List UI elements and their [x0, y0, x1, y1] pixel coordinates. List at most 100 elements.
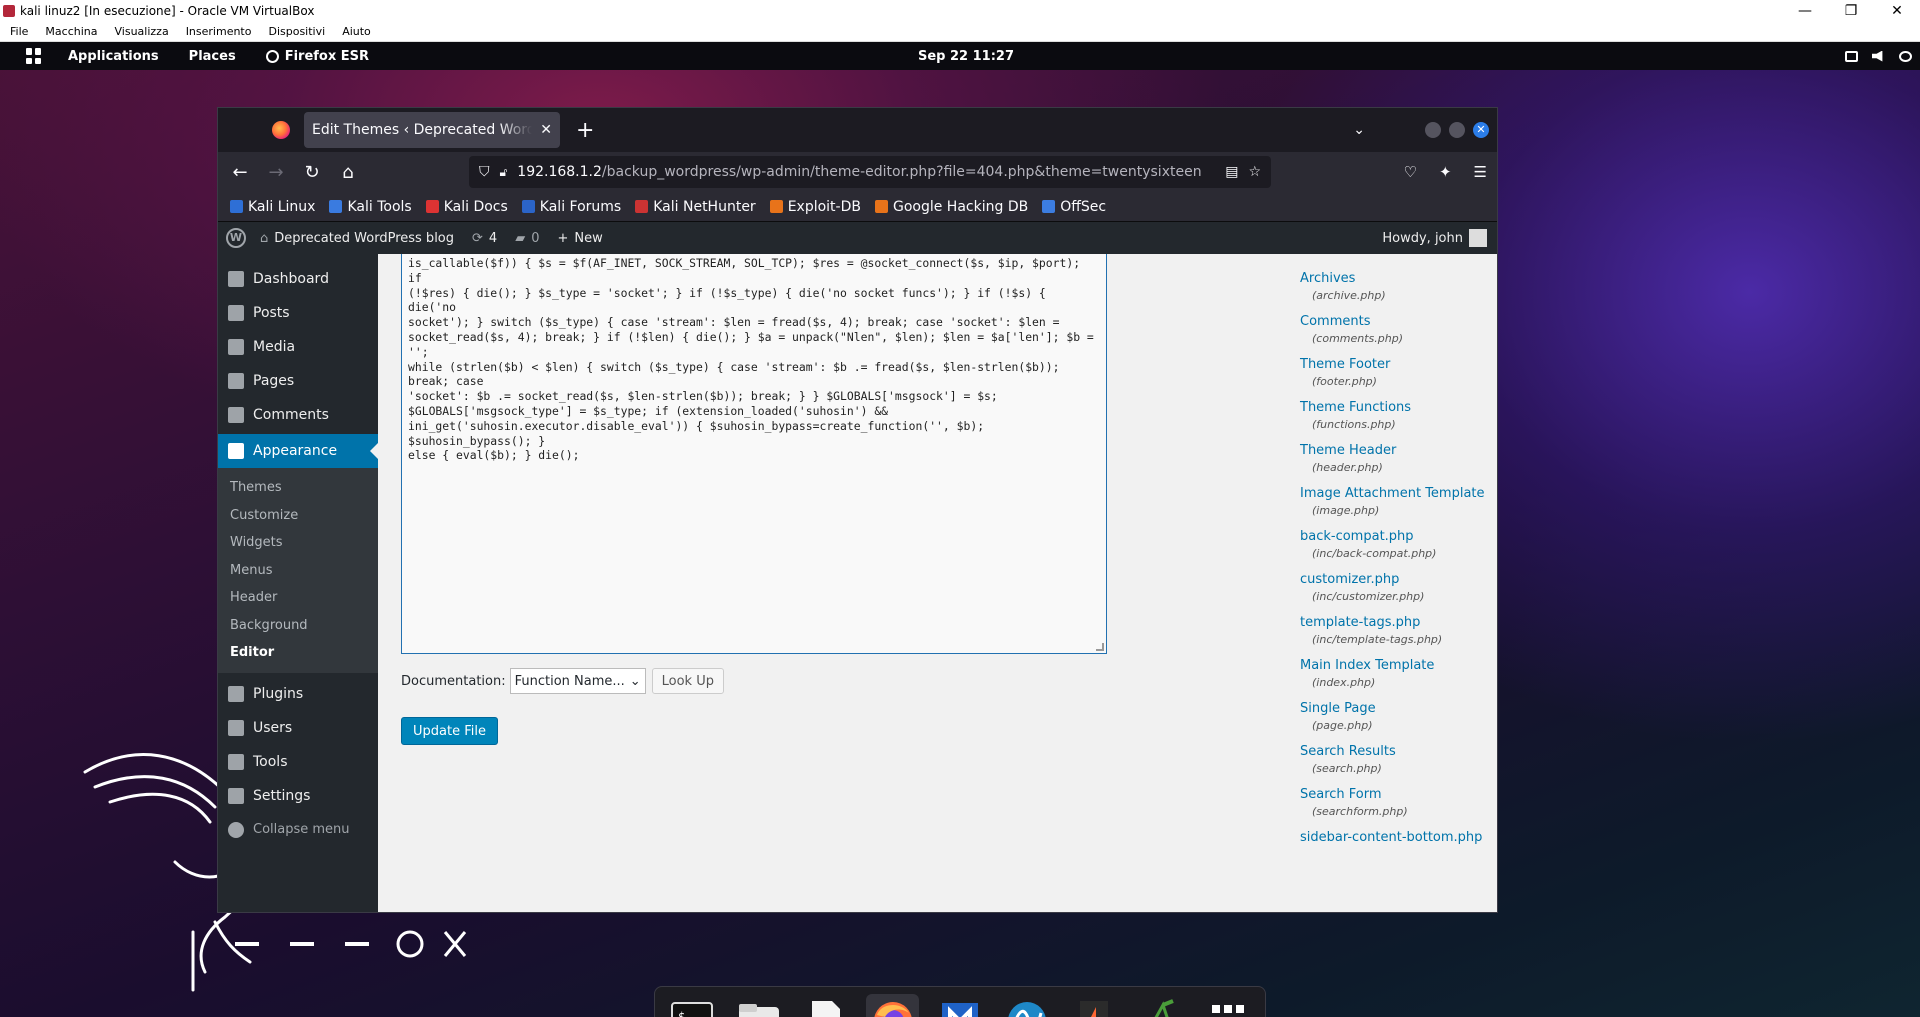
menu-pages[interactable]: Pages — [218, 364, 378, 398]
submenu-editor[interactable]: Editor — [218, 639, 378, 667]
menu-comments[interactable]: Comments — [218, 398, 378, 432]
bookmark-star-icon[interactable]: ☆ — [1248, 164, 1261, 180]
close-window-button[interactable]: ✕ — [1473, 122, 1489, 138]
forward-icon[interactable]: → — [260, 156, 292, 188]
places-menu[interactable]: Places — [189, 49, 236, 64]
screen-icon[interactable] — [1845, 50, 1858, 62]
tab-edit-themes[interactable]: Edit Themes ‹ Deprecated WordPress blog … — [304, 112, 560, 148]
list-tabs-chevron-icon[interactable]: ⌄ — [1353, 122, 1365, 138]
update-file-button[interactable]: Update File — [401, 717, 498, 745]
menu-macchina[interactable]: Macchina — [45, 25, 97, 38]
wordpress-logo-icon[interactable]: W — [226, 228, 246, 248]
template-link[interactable]: Main Index Template — [1300, 657, 1490, 675]
reload-icon[interactable]: ↻ — [296, 156, 328, 188]
firefox-icon[interactable] — [866, 994, 920, 1017]
bookmark-item[interactable]: Kali Linux — [230, 199, 315, 215]
clock[interactable]: Sep 22 11:27 — [918, 49, 1014, 64]
submenu-customize[interactable]: Customize — [218, 502, 378, 530]
app-grid-icon[interactable] — [26, 48, 42, 64]
menu-dispositivi[interactable]: Dispositivi — [268, 25, 325, 38]
submenu-header[interactable]: Header — [218, 584, 378, 612]
burpsuite-icon[interactable] — [1068, 994, 1121, 1017]
url-text[interactable]: 192.168.1.2/backup_wordpress/wp-admin/th… — [517, 164, 1215, 180]
look-up-button[interactable]: Look Up — [651, 668, 724, 694]
bookmark-item[interactable]: Google Hacking DB — [874, 199, 1028, 215]
new-tab-button[interactable]: + — [576, 118, 594, 143]
tracking-shield-icon[interactable]: ⛉ — [479, 164, 490, 180]
volume-icon[interactable] — [1872, 50, 1883, 62]
restore-button[interactable]: ❐ — [1828, 3, 1874, 19]
function-name-select[interactable]: Function Name... ⌄ — [509, 668, 646, 694]
code-editor-textarea[interactable]: is_callable($f)) { $s = $f(AF_INET, SOCK… — [401, 254, 1107, 654]
comment-icon — [228, 407, 244, 423]
menu-file[interactable]: File — [10, 25, 28, 38]
collapse-menu-button[interactable]: Collapse menu — [218, 813, 378, 847]
template-link[interactable]: Theme Functions — [1300, 399, 1490, 417]
maximize-button[interactable] — [1449, 122, 1465, 138]
menu-media[interactable]: Media — [218, 330, 378, 364]
power-icon[interactable] — [1899, 50, 1912, 62]
bookmark-item[interactable]: Kali Tools — [329, 199, 412, 215]
terminal-icon[interactable]: $_ — [665, 994, 718, 1017]
submenu-background[interactable]: Background — [218, 612, 378, 640]
template-link[interactable]: customizer.php — [1300, 571, 1490, 589]
applications-menu[interactable]: Applications — [68, 49, 159, 64]
lock-icon[interactable]: 🔓︎ — [500, 165, 508, 180]
close-button[interactable]: ✕ — [1874, 3, 1920, 19]
template-link[interactable]: Theme Footer — [1300, 356, 1490, 374]
template-link[interactable]: Comments — [1300, 313, 1490, 331]
hamburger-menu-icon[interactable]: ☰ — [1474, 163, 1487, 181]
firefox-taskbar-item[interactable]: Firefox ESR — [265, 49, 369, 64]
resize-handle[interactable] — [1096, 643, 1104, 651]
minimize-button[interactable]: — — [1782, 3, 1828, 19]
bookmark-item[interactable]: Kali NetHunter — [635, 199, 756, 215]
bookmark-item[interactable]: OffSec — [1042, 199, 1106, 215]
text-editor-icon[interactable] — [799, 994, 852, 1017]
bookmark-item[interactable]: Kali Docs — [425, 199, 508, 215]
menu-tools[interactable]: Tools — [218, 745, 378, 779]
comment-bubble-icon: ▰ — [515, 230, 526, 246]
url-bar[interactable]: ⛉ 🔓︎ 192.168.1.2/backup_wordpress/wp-adm… — [469, 156, 1271, 188]
wireshark-icon[interactable] — [1001, 994, 1054, 1017]
template-link[interactable]: Search Form — [1300, 786, 1490, 804]
submenu-themes[interactable]: Themes — [218, 474, 378, 502]
pocket-icon[interactable]: ♡ — [1404, 163, 1417, 181]
menu-users[interactable]: Users — [218, 711, 378, 745]
bookmark-item[interactable]: Exploit-DB — [769, 199, 861, 215]
menu-settings[interactable]: Settings — [218, 779, 378, 813]
bookmark-item[interactable]: Kali Forums — [521, 199, 621, 215]
back-icon[interactable]: ← — [224, 156, 256, 188]
minimize-button[interactable] — [1425, 122, 1441, 138]
cherrytree-icon[interactable] — [1135, 994, 1188, 1017]
menu-visualizza[interactable]: Visualizza — [115, 25, 169, 38]
menu-plugins[interactable]: Plugins — [218, 677, 378, 711]
template-link[interactable]: Archives — [1300, 270, 1490, 288]
close-tab-icon[interactable]: ✕ — [540, 122, 552, 138]
template-link[interactable]: back-compat.php — [1300, 528, 1490, 546]
template-link[interactable]: Single Page — [1300, 700, 1490, 718]
reader-view-icon[interactable]: ▤ — [1225, 164, 1238, 180]
submenu-menus[interactable]: Menus — [218, 557, 378, 585]
template-link[interactable]: Image Attachment Template — [1300, 485, 1490, 503]
template-link[interactable]: Theme Header — [1300, 442, 1490, 460]
template-link[interactable]: template-tags.php — [1300, 614, 1490, 632]
virtualbox-titlebar: kali linuz2 [In esecuzione] - Oracle VM … — [0, 0, 1920, 22]
template-link[interactable]: Search Results — [1300, 743, 1490, 761]
new-content-link[interactable]: + New — [557, 231, 602, 246]
files-icon[interactable] — [732, 994, 785, 1017]
comments-link[interactable]: ▰ 0 — [515, 231, 539, 246]
submenu-widgets[interactable]: Widgets — [218, 529, 378, 557]
menu-aiuto[interactable]: Aiuto — [342, 25, 371, 38]
updates-link[interactable]: ⟳ 4 — [472, 231, 497, 246]
menu-dashboard[interactable]: Dashboard — [218, 262, 378, 296]
template-link[interactable]: sidebar-content-bottom.php — [1300, 829, 1490, 847]
menu-inserimento[interactable]: Inserimento — [186, 25, 252, 38]
site-name-link[interactable]: ⌂ Deprecated WordPress blog — [260, 231, 454, 246]
home-icon[interactable]: ⌂ — [332, 156, 364, 188]
metasploit-icon[interactable] — [933, 994, 986, 1017]
extensions-icon[interactable]: ✦ — [1439, 163, 1452, 181]
menu-appearance[interactable]: Appearance — [218, 434, 378, 468]
my-account-link[interactable]: Howdy, john — [1382, 229, 1487, 247]
app-grid-icon[interactable] — [1202, 994, 1255, 1017]
menu-posts[interactable]: Posts — [218, 296, 378, 330]
